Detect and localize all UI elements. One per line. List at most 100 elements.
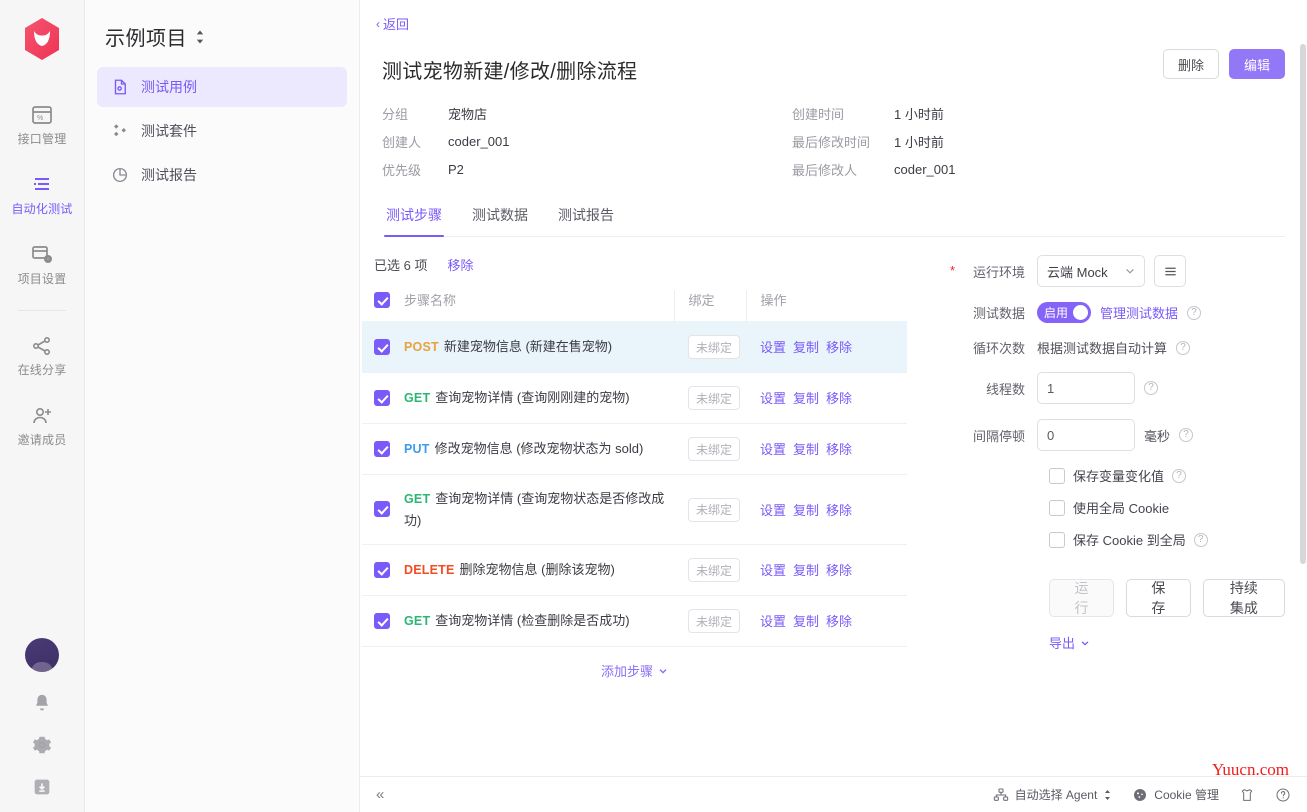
- watermark: Yuucn.com: [1212, 760, 1289, 780]
- help-circle-icon[interactable]: [1275, 787, 1291, 803]
- threads-input[interactable]: 1: [1037, 372, 1135, 404]
- table-row[interactable]: PUT修改宠物信息 (修改宠物状态为 sold) 未绑定 设置 复制 移除: [362, 424, 907, 475]
- project-name: 示例项目: [105, 22, 187, 51]
- op-copy[interactable]: 复制: [793, 388, 819, 407]
- collapse-left-icon[interactable]: «: [376, 786, 384, 803]
- row-checkbox[interactable]: [374, 339, 390, 355]
- vertical-scrollbar[interactable]: [1300, 44, 1306, 744]
- op-settings[interactable]: 设置: [760, 388, 786, 407]
- op-settings[interactable]: 设置: [760, 337, 786, 356]
- op-remove[interactable]: 移除: [826, 611, 852, 630]
- save-button[interactable]: 保 存: [1126, 579, 1191, 617]
- table-row[interactable]: POST新建宠物信息 (新建在售宠物) 未绑定 设置 复制 移除: [362, 322, 907, 373]
- help-circle-icon[interactable]: ?: [1187, 306, 1201, 320]
- op-remove[interactable]: 移除: [826, 439, 852, 458]
- scrollbar-thumb[interactable]: [1300, 44, 1306, 564]
- rail-item-automation-test[interactable]: 自动化测试: [0, 164, 84, 224]
- step-name-cell: GET查询宠物详情 (查询宠物状态是否修改成功): [404, 475, 674, 545]
- gear-icon[interactable]: [31, 734, 53, 756]
- rail-item-project-settings[interactable]: 项目设置: [0, 234, 84, 294]
- save-variable-checkbox[interactable]: [1049, 468, 1065, 484]
- interval-input[interactable]: 0: [1037, 419, 1135, 451]
- binding-tag[interactable]: 未绑定: [688, 558, 740, 582]
- op-remove[interactable]: 移除: [826, 337, 852, 356]
- op-remove[interactable]: 移除: [826, 388, 852, 407]
- op-copy[interactable]: 复制: [793, 337, 819, 356]
- binding-tag[interactable]: 未绑定: [688, 609, 740, 633]
- help-circle-icon[interactable]: ?: [1172, 469, 1186, 483]
- binding-tag[interactable]: 未绑定: [688, 386, 740, 410]
- back-button[interactable]: ‹ 返回: [376, 14, 409, 33]
- step-name: GET查询宠物详情 (检查删除是否成功): [404, 610, 674, 632]
- steps-table-body: POST新建宠物信息 (新建在售宠物) 未绑定 设置 复制 移除: [362, 322, 907, 647]
- steps-table-head: 步骤名称 绑定 操作: [362, 290, 907, 322]
- interval-label: 间隔停顿: [941, 426, 1037, 445]
- tab-test-data[interactable]: 测试数据: [470, 205, 530, 236]
- shirt-icon[interactable]: [1239, 787, 1255, 803]
- agent-selector[interactable]: 自动选择 Agent: [993, 786, 1113, 803]
- env-menu-button[interactable]: [1154, 255, 1186, 287]
- row-checkbox[interactable]: [374, 390, 390, 406]
- edit-button[interactable]: 编辑: [1229, 49, 1285, 79]
- export-button[interactable]: 导出: [1049, 633, 1090, 652]
- op-remove[interactable]: 移除: [826, 560, 852, 579]
- op-settings[interactable]: 设置: [760, 500, 786, 519]
- op-settings[interactable]: 设置: [760, 439, 786, 458]
- rail-item-api-management[interactable]: % 接口管理: [0, 94, 84, 154]
- selected-count: 已选 6 项: [374, 255, 427, 274]
- row-checkbox[interactable]: [374, 501, 390, 517]
- help-circle-icon[interactable]: ?: [1179, 428, 1193, 442]
- table-row[interactable]: GET查询宠物详情 (查询刚刚建的宠物) 未绑定 设置 复制 移除: [362, 373, 907, 424]
- row-checkbox[interactable]: [374, 613, 390, 629]
- project-selector[interactable]: 示例项目: [85, 0, 359, 67]
- op-remove[interactable]: 移除: [826, 500, 852, 519]
- manage-testdata-link[interactable]: 管理测试数据: [1100, 303, 1178, 322]
- table-row[interactable]: GET查询宠物详情 (查询宠物状态是否修改成功) 未绑定 设置 复制 移除: [362, 475, 907, 545]
- add-step-row: 添加步骤: [362, 646, 907, 694]
- bell-icon[interactable]: [31, 692, 53, 714]
- delete-button[interactable]: 删除: [1163, 49, 1219, 79]
- app-logo[interactable]: [22, 17, 62, 66]
- rail-item-invite-member[interactable]: 邀请成员: [0, 395, 84, 455]
- op-settings[interactable]: 设置: [760, 611, 786, 630]
- add-step-label: 添加步骤: [601, 661, 653, 680]
- binding-tag[interactable]: 未绑定: [688, 498, 740, 522]
- binding-tag[interactable]: 未绑定: [688, 335, 740, 359]
- save-cookie-global-checkbox[interactable]: [1049, 532, 1065, 548]
- tab-test-report[interactable]: 测试报告: [556, 205, 616, 236]
- op-copy[interactable]: 复制: [793, 560, 819, 579]
- select-all-checkbox[interactable]: [374, 292, 390, 308]
- use-global-cookie-checkbox[interactable]: [1049, 500, 1065, 516]
- sidebar-item-test-suite[interactable]: 测试套件: [97, 111, 347, 151]
- row-checkbox[interactable]: [374, 562, 390, 578]
- avatar[interactable]: [25, 638, 59, 672]
- meta-row: 优先级 P2: [382, 160, 792, 179]
- op-copy[interactable]: 复制: [793, 439, 819, 458]
- rail-item-online-share[interactable]: 在线分享: [0, 325, 84, 385]
- meta-key: 分组: [382, 104, 436, 123]
- ci-button[interactable]: 持续集成: [1203, 579, 1285, 617]
- testdata-toggle[interactable]: 启用: [1037, 302, 1091, 323]
- op-copy[interactable]: 复制: [793, 611, 819, 630]
- table-row[interactable]: DELETE删除宠物信息 (删除该宠物) 未绑定 设置 复制 移除: [362, 545, 907, 596]
- help-circle-icon[interactable]: ?: [1176, 341, 1190, 355]
- sidebar: 示例项目 测试用例 测试套件 测试报告: [85, 0, 360, 812]
- binding-tag[interactable]: 未绑定: [688, 437, 740, 461]
- step-name: POST新建宠物信息 (新建在售宠物): [404, 336, 674, 358]
- env-select[interactable]: 云端 Mock: [1037, 255, 1145, 287]
- run-button[interactable]: 运 行: [1049, 579, 1114, 617]
- sidebar-item-test-report[interactable]: 测试报告: [97, 155, 347, 195]
- op-settings[interactable]: 设置: [760, 560, 786, 579]
- download-icon[interactable]: [31, 776, 53, 798]
- row-checkbox[interactable]: [374, 441, 390, 457]
- cookie-manager[interactable]: Cookie 管理: [1132, 786, 1219, 803]
- sidebar-item-test-case[interactable]: 测试用例: [97, 67, 347, 107]
- table-row[interactable]: GET查询宠物详情 (检查删除是否成功) 未绑定 设置 复制 移除: [362, 596, 907, 647]
- step-name-cell: POST新建宠物信息 (新建在售宠物): [404, 322, 674, 373]
- help-circle-icon[interactable]: ?: [1194, 533, 1208, 547]
- tab-test-steps[interactable]: 测试步骤: [384, 205, 444, 236]
- help-circle-icon[interactable]: ?: [1144, 381, 1158, 395]
- add-step-button[interactable]: 添加步骤: [601, 661, 668, 680]
- batch-remove-button[interactable]: 移除: [447, 255, 473, 274]
- op-copy[interactable]: 复制: [793, 500, 819, 519]
